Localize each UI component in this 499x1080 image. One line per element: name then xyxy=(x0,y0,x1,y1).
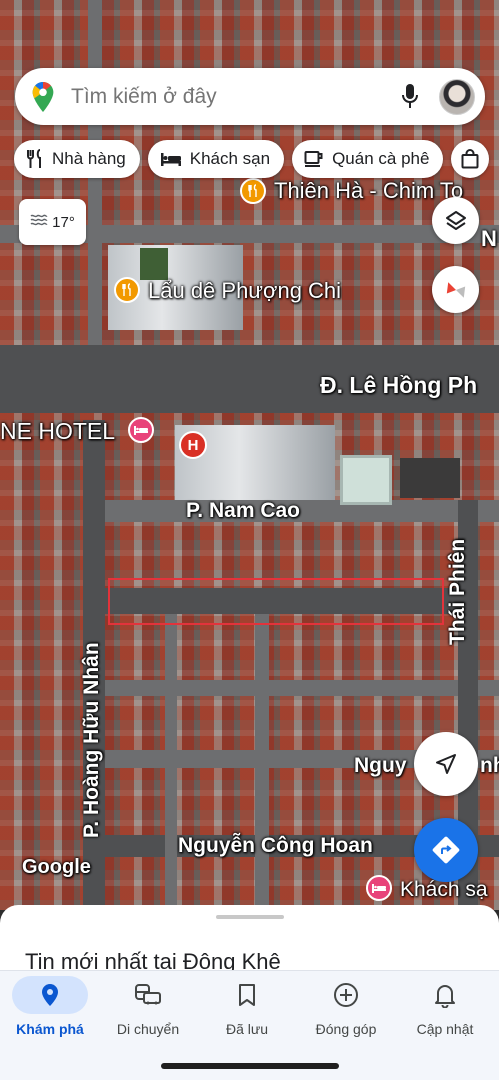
nav-label: Cập nhật xyxy=(416,1021,474,1037)
hospital-poi-icon[interactable]: H xyxy=(179,431,207,459)
nav-icon-container xyxy=(209,976,285,1014)
road-vertical-mid xyxy=(255,614,269,910)
weather-widget[interactable]: 17° xyxy=(19,199,86,245)
nav-updates[interactable]: Cập nhật xyxy=(395,971,495,1051)
nav-label: Đóng góp xyxy=(315,1021,377,1037)
search-input[interactable] xyxy=(71,84,395,109)
chip-shopping[interactable] xyxy=(451,140,490,178)
nav-icon-container xyxy=(407,976,483,1014)
restaurant-icon xyxy=(26,149,44,169)
road-mid xyxy=(100,680,499,696)
label-street-thai-phien: Thái Phiên xyxy=(446,538,469,645)
nav-label: Khám phá xyxy=(16,1021,84,1037)
bell-icon xyxy=(435,985,455,1008)
label-street-nam-cao: P. Nam Cao xyxy=(186,499,300,522)
navigation-arrow-icon xyxy=(436,754,456,774)
nav-saved[interactable]: Đã lưu xyxy=(197,971,297,1051)
nav-label: Di chuyển xyxy=(116,1021,180,1037)
nav-icon-container xyxy=(110,976,186,1014)
nav-commute[interactable]: Di chuyển xyxy=(98,971,198,1051)
swimming-pool xyxy=(340,455,392,505)
shopping-bag-icon xyxy=(461,149,479,169)
google-maps-pin-icon xyxy=(32,81,54,112)
compass-icon xyxy=(446,281,465,298)
hotel-icon xyxy=(160,151,182,167)
label-street-hoang-huu-nhan: P. Hoàng Hữu Nhân xyxy=(80,642,103,838)
commute-icon xyxy=(135,984,161,1005)
restaurant-poi-icon[interactable] xyxy=(240,178,266,204)
add-circle-icon xyxy=(334,983,358,1007)
my-location-button[interactable] xyxy=(414,732,478,796)
temperature: 17° xyxy=(52,213,75,231)
chip-label: Khách sạn xyxy=(189,149,271,168)
label-hotel[interactable]: NE HOTEL xyxy=(0,418,115,445)
label-street-nguyen-end: nh xyxy=(480,754,499,777)
home-indicator xyxy=(161,1063,339,1069)
label-street-nguyen-partial: Nguy xyxy=(354,754,407,777)
chip-hotels[interactable]: Khách sạn xyxy=(147,140,285,178)
coffee-icon xyxy=(304,150,324,168)
nav-icon-container xyxy=(12,976,88,1014)
explore-pin-icon xyxy=(42,984,58,1006)
hotel-poi-icon[interactable] xyxy=(366,875,392,901)
bookmark-icon xyxy=(239,984,255,1006)
hotel-poi-icon[interactable] xyxy=(128,417,154,443)
account-avatar[interactable] xyxy=(439,78,475,115)
chip-coffee[interactable]: Quán cà phê xyxy=(292,140,444,178)
microphone-icon[interactable] xyxy=(395,80,425,114)
label-street-nguyen-cong-hoan: Nguyễn Công Hoan xyxy=(178,834,373,857)
road-vertical-mid2 xyxy=(165,614,177,910)
chip-label: Nhà hàng xyxy=(52,149,126,168)
compass-button[interactable] xyxy=(432,266,479,313)
haze-icon xyxy=(30,213,48,231)
directions-icon xyxy=(432,836,460,864)
label-lau-de[interactable]: Lẩu dê Phượng Chi xyxy=(148,278,341,304)
directions-button[interactable] xyxy=(414,818,478,882)
dark-block xyxy=(400,458,460,498)
green-roof xyxy=(140,248,168,280)
google-logo: Google xyxy=(22,856,91,878)
nav-icon-container xyxy=(308,976,384,1014)
sheet-drag-handle[interactable] xyxy=(216,915,284,919)
search-bar[interactable] xyxy=(15,68,485,125)
nav-explore[interactable]: Khám phá xyxy=(0,971,100,1051)
label-n-edge: N xyxy=(481,226,497,251)
restaurant-poi-icon[interactable] xyxy=(114,277,140,303)
label-thien-ha[interactable]: Thiên Hà - Chim To xyxy=(274,178,463,204)
layers-button[interactable] xyxy=(432,197,479,244)
chip-restaurants[interactable]: Nhà hàng xyxy=(14,140,140,178)
category-chips: Nhà hàng Khách sạn Quán cà phê xyxy=(14,140,490,178)
highlighted-street-rectangle xyxy=(108,578,444,625)
nav-label: Đã lưu xyxy=(225,1021,269,1037)
layers-icon xyxy=(445,210,466,230)
chip-label: Quán cà phê xyxy=(332,149,430,168)
nav-contribute[interactable]: Đóng góp xyxy=(296,971,396,1051)
label-street-le-hong-phong: Đ. Lê Hồng Ph xyxy=(320,372,478,398)
